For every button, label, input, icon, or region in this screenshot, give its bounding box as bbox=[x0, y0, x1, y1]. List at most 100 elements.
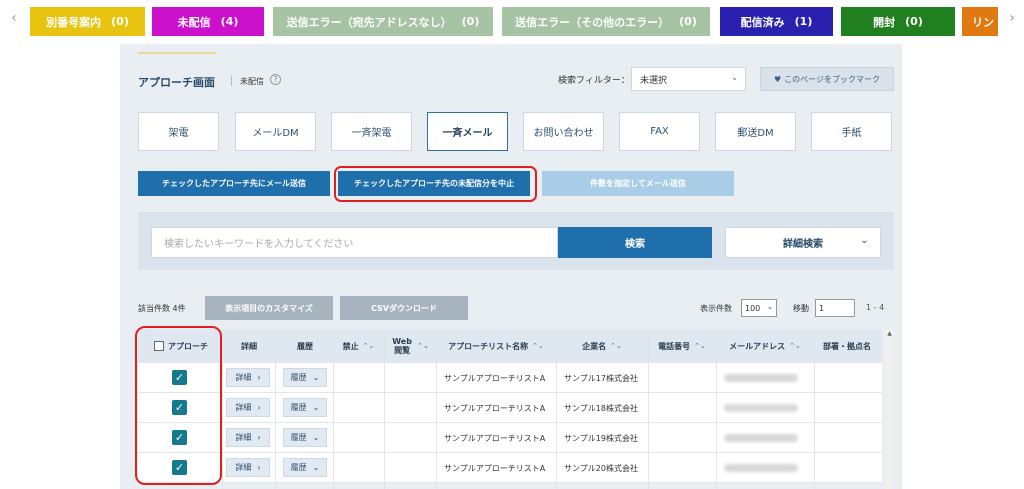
blurred-email bbox=[724, 434, 798, 442]
status-tab-undelivered[interactable]: 未配信 (4) bbox=[152, 7, 264, 36]
channel-tab-fax[interactable]: FAX bbox=[619, 112, 700, 151]
header-label: メールアドレス bbox=[729, 341, 786, 351]
sort-icon: ⌃⌄ bbox=[610, 341, 622, 350]
chevron-right-icon: › bbox=[257, 433, 261, 442]
history-label: 履歴 bbox=[290, 433, 307, 442]
bookmark-button[interactable]: ♥ このページをブックマーク bbox=[760, 67, 894, 91]
status-tab-label: 配信済み bbox=[740, 15, 785, 29]
header-ban[interactable]: 禁止 ⌃⌄ bbox=[334, 329, 383, 363]
column-divider bbox=[436, 329, 437, 489]
status-tab-error-other[interactable]: 送信エラー（その他のエラー） (0) bbox=[502, 7, 710, 36]
header-label: 電話番号 bbox=[658, 341, 691, 351]
column-divider bbox=[814, 329, 815, 489]
detail-button[interactable]: 詳細 › bbox=[226, 368, 270, 387]
chevron-down-icon: ⌄ bbox=[731, 73, 738, 82]
filter-select[interactable]: 未選択 ⌄ bbox=[631, 67, 746, 91]
search-input[interactable]: 検索したいキーワードを入力してください bbox=[151, 227, 558, 258]
detail-button[interactable]: 詳細 › bbox=[226, 428, 270, 447]
channel-tab-bulk-mail[interactable]: 一斉メール bbox=[427, 112, 508, 151]
result-count: 該当件数 4件 bbox=[138, 304, 186, 313]
heart-icon: ♥ bbox=[773, 74, 782, 84]
header-label: アプローチリスト名称 bbox=[448, 341, 529, 351]
title-underline bbox=[138, 52, 216, 54]
channel-tab-postal-dm[interactable]: 郵送DM bbox=[715, 112, 796, 151]
company-cell: サンプル19株式会社 bbox=[564, 433, 638, 443]
channel-tab-inquiry[interactable]: お問い合わせ bbox=[523, 112, 604, 151]
help-icon[interactable]: ? bbox=[270, 74, 281, 85]
divider bbox=[231, 76, 232, 86]
send-by-count-button[interactable]: 件数を指定してメール送信 bbox=[542, 171, 734, 196]
header-company[interactable]: 企業名 ⌃⌄ bbox=[557, 329, 647, 363]
column-divider bbox=[556, 329, 557, 489]
status-tab-count: (1) bbox=[794, 15, 813, 28]
per-page-label: 表示件数 bbox=[700, 304, 732, 313]
column-divider bbox=[275, 329, 276, 489]
page-range: 1 - 4 bbox=[866, 303, 885, 312]
page-title: アプローチ画面 bbox=[138, 76, 215, 89]
status-tab-count: (0) bbox=[679, 15, 697, 28]
status-tab-count: (0) bbox=[461, 15, 480, 28]
send-checked-button[interactable]: チェックしたアプローチ先にメール送信 bbox=[138, 171, 330, 196]
sort-icon: ⌃⌄ bbox=[694, 341, 706, 350]
channel-tab-call[interactable]: 架電 bbox=[138, 112, 219, 151]
channel-tab-mail-dm[interactable]: メールDM bbox=[235, 112, 316, 151]
status-tab-label: 送信エラー（その他のエラー） bbox=[515, 15, 670, 29]
status-tab-alt-number[interactable]: 別番号案内 (0) bbox=[30, 7, 145, 36]
list-name-cell: サンプルアプローチリストA bbox=[444, 433, 546, 443]
status-tab-count: (0) bbox=[905, 15, 923, 28]
header-list-name[interactable]: アプローチリスト名称 ⌃⌄ bbox=[437, 329, 555, 363]
scroll-up-icon[interactable]: ▲ bbox=[885, 329, 894, 338]
column-divider bbox=[384, 329, 385, 489]
detail-search-button[interactable]: 詳細検索 ⌄ bbox=[725, 227, 881, 258]
detail-label: 詳細 bbox=[235, 373, 252, 382]
status-tab-label: 未配信 bbox=[177, 15, 211, 29]
blurred-email bbox=[724, 464, 798, 472]
column-divider bbox=[716, 329, 717, 489]
column-divider bbox=[333, 329, 334, 489]
history-button[interactable]: 履歴 ⌄ bbox=[283, 398, 327, 417]
history-label: 履歴 bbox=[290, 403, 307, 412]
per-page-select[interactable]: 100 ⌄ bbox=[741, 299, 777, 317]
status-tab-link[interactable]: リン bbox=[962, 7, 998, 36]
breadcrumb: 未配信 bbox=[240, 77, 264, 86]
detail-button[interactable]: 詳細 › bbox=[226, 398, 270, 417]
status-tab-label: 送信エラー（宛先アドレスなし） bbox=[286, 15, 452, 29]
page-move-input[interactable]: 1 bbox=[815, 299, 855, 317]
highlight-box bbox=[135, 326, 222, 485]
status-tab-label: リン bbox=[972, 15, 994, 29]
status-tab-label: 開封 bbox=[873, 15, 896, 29]
table-scrollbar[interactable] bbox=[885, 329, 894, 489]
chevron-left-icon[interactable]: ‹ bbox=[4, 10, 24, 26]
chevron-right-icon[interactable]: › bbox=[1002, 10, 1022, 26]
header-email[interactable]: メールアドレス ⌃⌄ bbox=[717, 329, 813, 363]
status-tab-count: (4) bbox=[220, 15, 239, 28]
channel-tab-bulk-call[interactable]: 一斉架電 bbox=[331, 112, 412, 151]
csv-download-button[interactable]: CSVダウンロード bbox=[340, 296, 468, 320]
search-button[interactable]: 検索 bbox=[558, 227, 712, 258]
history-button[interactable]: 履歴 ⌄ bbox=[283, 428, 327, 447]
status-tab-delivered[interactable]: 配信済み (1) bbox=[720, 7, 833, 36]
history-button[interactable]: 履歴 ⌄ bbox=[283, 368, 327, 387]
chevron-down-icon: ⌄ bbox=[312, 373, 320, 382]
header-label: 企業名 bbox=[582, 341, 607, 351]
detail-button[interactable]: 詳細 › bbox=[226, 458, 270, 477]
header-web[interactable]: Web閲覧 ⌃⌄ bbox=[385, 329, 435, 363]
list-name-cell: サンプルアプローチリストA bbox=[444, 403, 546, 413]
channel-tab-letter[interactable]: 手紙 bbox=[811, 112, 892, 151]
status-tab-error-no-address[interactable]: 送信エラー（宛先アドレスなし） (0) bbox=[273, 7, 493, 36]
chevron-down-icon: ⌄ bbox=[312, 463, 320, 472]
header-phone[interactable]: 電話番号 ⌃⌄ bbox=[649, 329, 715, 363]
detail-search-label: 詳細検索 bbox=[783, 239, 823, 250]
filter-label: 検索フィルター： bbox=[558, 76, 630, 86]
list-name-cell: サンプルアプローチリストA bbox=[444, 373, 546, 383]
per-page-value: 100 bbox=[745, 303, 761, 313]
chevron-down-icon: ⌄ bbox=[312, 403, 320, 412]
header-dept[interactable]: 部署・拠点名 bbox=[815, 329, 885, 363]
customize-columns-button[interactable]: 表示項目のカスタマイズ bbox=[205, 296, 333, 320]
status-tab-opened[interactable]: 開封 (0) bbox=[841, 7, 955, 36]
detail-label: 詳細 bbox=[235, 403, 252, 412]
header-label: 禁止 bbox=[342, 341, 359, 351]
history-button[interactable]: 履歴 ⌄ bbox=[283, 458, 327, 477]
detail-label: 詳細 bbox=[235, 463, 252, 472]
detail-label: 詳細 bbox=[235, 433, 252, 442]
